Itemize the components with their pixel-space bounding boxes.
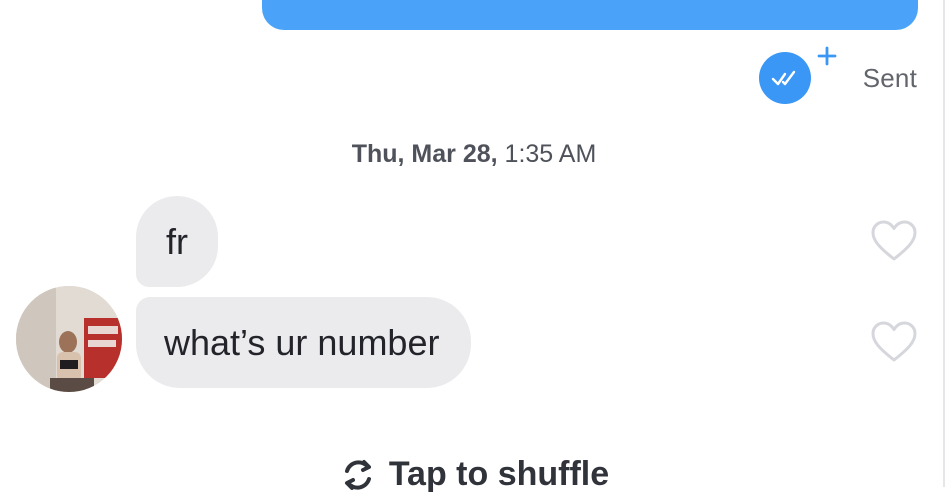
shuffle-button[interactable]: Tap to shuffle xyxy=(0,455,945,494)
date-divider-day: Thu, Mar 28, xyxy=(351,140,498,168)
date-divider: Thu, Mar 28, 1:35 AM xyxy=(0,140,945,169)
received-message-bubble[interactable]: what’s ur number xyxy=(136,297,472,388)
sent-message-bubble[interactable] xyxy=(262,0,918,30)
received-message-bubble[interactable]: fr xyxy=(136,196,218,287)
double-check-icon xyxy=(771,70,795,86)
date-divider-time: 1:35 AM xyxy=(504,140,597,168)
sent-status-label: Sent xyxy=(862,62,917,93)
message-text: what’s ur number xyxy=(164,321,440,363)
refresh-icon xyxy=(344,459,371,490)
avatar[interactable] xyxy=(16,286,122,392)
message-text: fr xyxy=(166,220,188,262)
read-receipt-badge[interactable] xyxy=(758,46,837,104)
shuffle-label: Tap to shuffle xyxy=(388,455,610,493)
avatar-photo xyxy=(16,286,122,392)
sent-status: Sent xyxy=(758,46,917,104)
heart-outline-icon[interactable] xyxy=(870,219,918,263)
heart-outline-icon[interactable] xyxy=(870,320,918,364)
plus-icon[interactable] xyxy=(817,46,837,66)
